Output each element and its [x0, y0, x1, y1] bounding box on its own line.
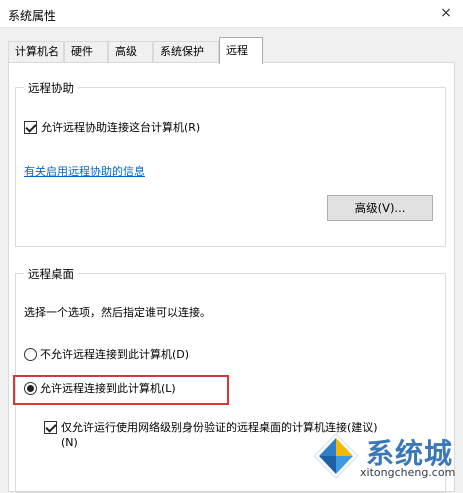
remote-assistance-legend: 远程协助	[24, 80, 78, 96]
window-title: 系统属性	[8, 9, 57, 23]
allow-remote-assistance-checkbox[interactable]	[24, 120, 37, 134]
tab-computer-name[interactable]: 计算机名	[8, 41, 64, 63]
nla-only-row-cont: (N)	[61, 436, 78, 449]
advanced-button[interactable]: 高级(V)...	[327, 195, 433, 221]
close-icon[interactable]: ×	[435, 2, 457, 24]
allow-remote-assistance-row[interactable]: 允许远程协助连接这台计算机(R)	[24, 119, 200, 135]
remote-desktop-instruction-row: 选择一个选项，然后指定谁可以连接。	[24, 304, 211, 320]
deny-remote-radio[interactable]	[24, 347, 37, 361]
remote-assistance-info-row: 有关启用远程协助的信息	[24, 163, 145, 179]
tab-remote[interactable]: 远程	[219, 37, 263, 64]
deny-remote-label[interactable]: 不允许远程连接到此计算机(D)	[40, 346, 189, 362]
nla-only-label-shortcut[interactable]: (N)	[61, 436, 78, 449]
remote-assistance-info-link[interactable]: 有关启用远程协助的信息	[24, 163, 145, 179]
remote-desktop-instruction: 选择一个选项，然后指定谁可以连接。	[24, 306, 211, 319]
tab-hardware[interactable]: 硬件	[64, 41, 108, 63]
tab-system-protection[interactable]: 系统保护	[153, 41, 219, 63]
watermark-logo-icon	[313, 433, 359, 479]
nla-only-checkbox[interactable]	[44, 420, 57, 434]
allow-remote-assistance-label[interactable]: 允许远程协助连接这台计算机(R)	[41, 119, 200, 135]
watermark-url: xitongcheng.com	[360, 466, 456, 479]
deny-remote-option[interactable]: 不允许远程连接到此计算机(D)	[24, 346, 189, 362]
title-bar: 系统属性 ×	[0, 0, 463, 28]
tab-advanced[interactable]: 高级	[108, 41, 153, 63]
tab-content-panel: 远程协助 允许远程协助连接这台计算机(R) 有关启用远程协助的信息 高级(V).…	[8, 62, 455, 493]
remote-desktop-legend: 远程桌面	[24, 266, 78, 282]
remote-assistance-group: 远程协助 允许远程协助连接这台计算机(R) 有关启用远程协助的信息 高级(V).…	[15, 80, 446, 247]
red-highlight-annotation	[13, 375, 229, 405]
site-watermark: 系统城 xitongcheng.com	[308, 430, 463, 483]
